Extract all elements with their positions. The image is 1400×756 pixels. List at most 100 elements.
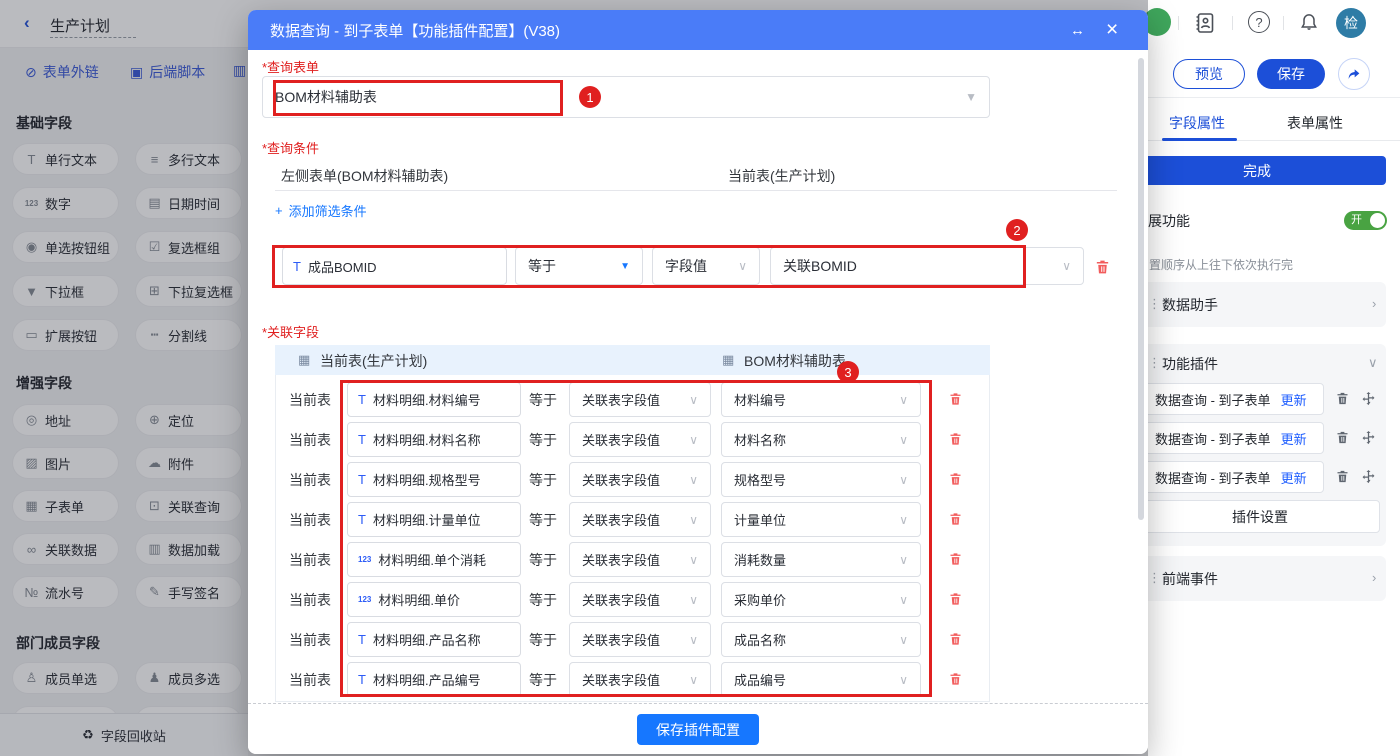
field-mapping-row: 当前表 T 材料明细.规格型号 等于 关联表字段值 ∨ 规格型号 ∨ xyxy=(276,462,989,497)
move-plugin-icon[interactable] xyxy=(1361,430,1376,445)
delete-row-icon[interactable] xyxy=(948,551,963,567)
lookup-field-select[interactable]: 成品编号 ∨ xyxy=(721,662,921,697)
tab-form-properties[interactable]: 表单属性 xyxy=(1287,113,1343,133)
chevron-down-icon: ∨ xyxy=(689,552,698,567)
plugin-item[interactable]: 数据查询 - 到子表单 更新 xyxy=(1128,422,1386,454)
lookup-field-select[interactable]: 成品名称 ∨ xyxy=(721,622,921,657)
condition-field-box[interactable]: T 成品BOMID xyxy=(282,247,507,285)
delete-plugin-icon[interactable] xyxy=(1335,469,1350,484)
current-form-field-box[interactable]: T 材料明细.材料名称 xyxy=(347,422,521,457)
move-plugin-icon[interactable] xyxy=(1361,469,1376,484)
lookup-field-select[interactable]: 消耗数量 ∨ xyxy=(721,542,921,577)
current-form-field-box[interactable]: T 材料明细.产品编号 xyxy=(347,662,521,697)
delete-row-icon[interactable] xyxy=(948,391,963,407)
update-link[interactable]: 更新 xyxy=(1281,390,1307,409)
current-form-field-box[interactable]: T 材料明细.产品名称 xyxy=(347,622,521,657)
delete-plugin-icon[interactable] xyxy=(1335,391,1350,406)
lookup-field-select[interactable]: 采购单价 ∨ xyxy=(721,582,921,617)
field-mapping-row: 当前表 T 材料明细.产品编号 等于 关联表字段值 ∨ 成品编号 ∨ xyxy=(276,662,989,697)
value-source-select[interactable]: 关联表字段值 ∨ xyxy=(569,462,711,497)
update-link[interactable]: 更新 xyxy=(1281,429,1307,448)
value-source-select[interactable]: 关联表字段值 ∨ xyxy=(569,502,711,537)
value-source-select[interactable]: 关联表字段值 ∨ xyxy=(569,622,711,657)
save-button[interactable]: 保存 xyxy=(1257,59,1325,89)
lookup-field-select[interactable]: 材料名称 ∨ xyxy=(721,422,921,457)
add-filter-condition-link[interactable]: + 添加筛选条件 xyxy=(275,201,367,220)
field-mapping-row: 当前表 123 材料明细.单个消耗 等于 关联表字段值 ∨ 消耗数量 ∨ xyxy=(276,542,989,577)
contacts-icon[interactable] xyxy=(1195,12,1215,34)
bell-icon[interactable] xyxy=(1299,11,1319,33)
lookup-field-select[interactable]: 计量单位 ∨ xyxy=(721,502,921,537)
delete-row-icon[interactable] xyxy=(948,511,963,527)
divider xyxy=(275,190,1117,191)
current-form-field-box[interactable]: 123 材料明细.单价 xyxy=(347,582,521,617)
chevron-down-icon: ∨ xyxy=(899,512,908,527)
expand-icon[interactable]: ↔ xyxy=(1070,10,1085,50)
current-form-field-box[interactable]: T 材料明细.材料编号 xyxy=(347,382,521,417)
chevron-down-icon: ∨ xyxy=(689,672,698,687)
value-source-select[interactable]: 关联表字段值 ∨ xyxy=(569,582,711,617)
table-icon: ▦ xyxy=(722,352,735,367)
divider xyxy=(1232,16,1233,30)
execution-order-hint: 置顺序从上往下依次执行完 xyxy=(1149,258,1294,272)
current-form-field-box[interactable]: 123 材料明细.单个消耗 xyxy=(347,542,521,577)
current-form-field-box[interactable]: T 材料明细.规格型号 xyxy=(347,462,521,497)
extend-function-toggle[interactable]: 开 xyxy=(1344,211,1387,230)
plugin-item[interactable]: 数据查询 - 到子表单 更新 xyxy=(1128,383,1386,415)
plugin-item-box[interactable]: 数据查询 - 到子表单 更新 xyxy=(1132,461,1324,493)
text-field-icon: T xyxy=(293,258,301,274)
condition-operator-select[interactable]: 等于 ▼ xyxy=(515,247,643,285)
field-type-icon: 123 xyxy=(358,555,372,564)
delete-row-icon[interactable] xyxy=(948,471,963,487)
close-icon[interactable]: × xyxy=(1106,10,1118,50)
share-button[interactable] xyxy=(1338,58,1370,90)
modal-scrollbar[interactable] xyxy=(1138,58,1144,520)
chevron-down-icon: ∨ xyxy=(899,472,908,487)
divider xyxy=(1120,97,1400,98)
plugin-item-box[interactable]: 数据查询 - 到子表单 更新 xyxy=(1132,383,1324,415)
plugin-settings-button[interactable]: 插件设置 xyxy=(1140,500,1380,533)
lookup-field-select[interactable]: 规格型号 ∨ xyxy=(721,462,921,497)
preview-button[interactable]: 预览 xyxy=(1173,59,1245,89)
lookup-field-select[interactable]: 材料编号 ∨ xyxy=(721,382,921,417)
right-panel: ? 检 预览 保存 字段属性 表单属性 完成 展功能 开 置顺序从上往下依次执行… xyxy=(1120,0,1400,756)
help-icon[interactable]: ? xyxy=(1248,11,1270,33)
move-plugin-icon[interactable] xyxy=(1361,391,1376,406)
plugin-item[interactable]: 数据查询 - 到子表单 更新 xyxy=(1128,461,1386,493)
delete-condition-icon[interactable] xyxy=(1094,258,1111,276)
condition-value-type-select[interactable]: 字段值 ∨ xyxy=(652,247,760,285)
value-source-select[interactable]: 关联表字段值 ∨ xyxy=(569,662,711,697)
delete-row-icon[interactable] xyxy=(948,631,963,647)
chevron-down-icon: ∨ xyxy=(689,512,698,527)
chevron-right-icon: › xyxy=(1372,570,1377,585)
value-source-select[interactable]: 关联表字段值 ∨ xyxy=(569,382,711,417)
current-form-field-box[interactable]: T 材料明细.计量单位 xyxy=(347,502,521,537)
delete-row-icon[interactable] xyxy=(948,671,963,687)
data-helper-section[interactable]: ⋮⋮ 数据助手 › xyxy=(1128,282,1386,327)
modal-header: 数据查询 - 到子表单【功能插件配置】(V38) ↔ × xyxy=(248,10,1148,50)
chevron-down-icon: ∨ xyxy=(899,392,908,407)
field-mapping-row: 当前表 T 材料明细.材料名称 等于 关联表字段值 ∨ 材料名称 ∨ xyxy=(276,422,989,457)
query-form-select[interactable]: BOM材料辅助表 ▼ xyxy=(262,76,990,118)
save-plugin-config-button[interactable]: 保存插件配置 xyxy=(637,714,759,745)
annotation-badge-2: 2 xyxy=(1006,219,1028,241)
chevron-down-icon: ∨ xyxy=(738,259,747,273)
frontend-events-section[interactable]: ⋮⋮ 前端事件 › xyxy=(1128,556,1386,601)
value-source-select[interactable]: 关联表字段值 ∨ xyxy=(569,542,711,577)
chevron-down-icon: ∨ xyxy=(689,632,698,647)
chevron-down-icon: ▼ xyxy=(965,90,977,104)
tab-field-properties[interactable]: 字段属性 xyxy=(1169,113,1225,133)
value-source-select[interactable]: 关联表字段值 ∨ xyxy=(569,422,711,457)
done-button[interactable]: 完成 xyxy=(1128,156,1386,185)
user-avatar[interactable]: 检 xyxy=(1336,8,1366,38)
chevron-down-icon: ▼ xyxy=(620,260,630,272)
delete-plugin-icon[interactable] xyxy=(1335,430,1350,445)
chevron-down-icon: ∨ xyxy=(899,592,908,607)
delete-row-icon[interactable] xyxy=(948,591,963,607)
delete-row-icon[interactable] xyxy=(948,431,963,447)
field-type-icon: T xyxy=(358,512,366,527)
function-plugins-section: ⋮⋮ 功能插件 ∨ 数据查询 - 到子表单 更新 数据查询 - 到子表单 更新 xyxy=(1128,344,1386,546)
plugin-item-box[interactable]: 数据查询 - 到子表单 更新 xyxy=(1132,422,1324,454)
condition-value-select[interactable]: 关联BOMID ∨ xyxy=(770,247,1084,285)
update-link[interactable]: 更新 xyxy=(1281,468,1307,487)
